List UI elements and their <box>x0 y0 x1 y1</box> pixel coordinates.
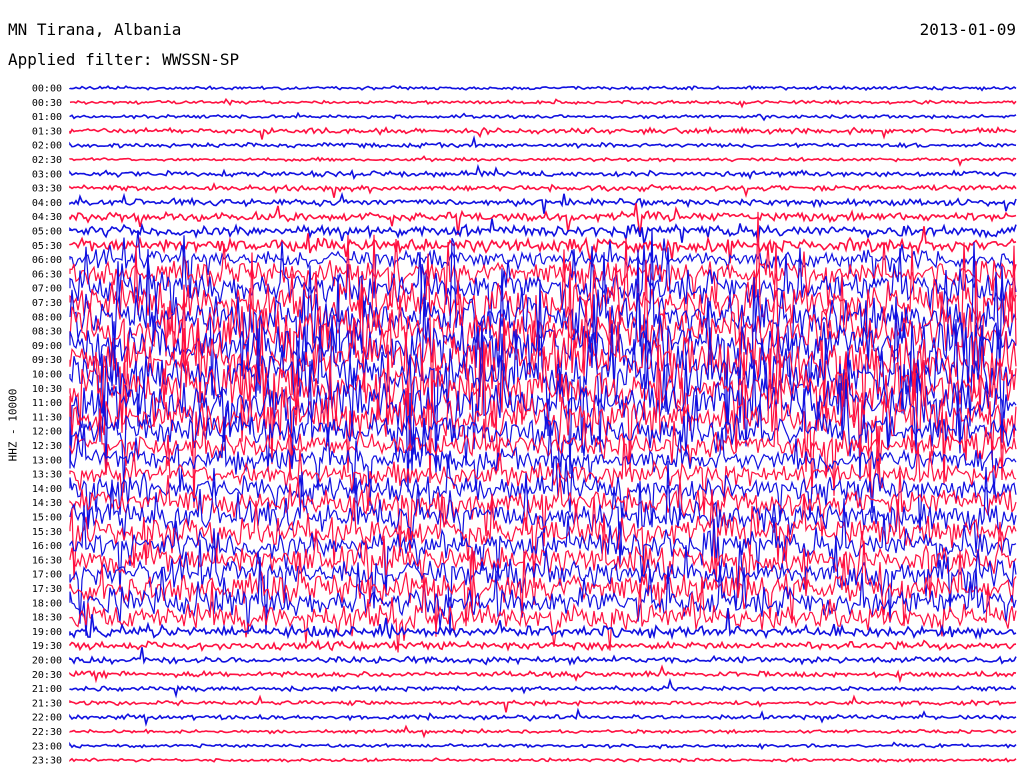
tick-label: 01:00 <box>32 112 62 123</box>
trace-line <box>69 163 1017 180</box>
trace-line <box>69 677 1017 699</box>
trace-line <box>69 97 1017 109</box>
tick-label: 18:00 <box>32 598 62 609</box>
tick-label: 19:30 <box>32 641 62 652</box>
tick-label: 06:00 <box>32 255 62 266</box>
tick-label: 08:30 <box>32 327 62 338</box>
trace-line <box>69 724 1017 739</box>
tick-label: 01:30 <box>32 126 62 137</box>
tick-label: 16:30 <box>32 555 62 566</box>
tick-label: 08:00 <box>32 312 62 323</box>
tick-label: 23:30 <box>32 756 62 767</box>
trace-lines <box>69 85 1017 764</box>
trace-line <box>69 218 1017 245</box>
tick-label: 05:30 <box>32 241 62 252</box>
trace-line <box>69 664 1017 684</box>
trace-line <box>69 155 1017 168</box>
trace-line <box>69 134 1017 150</box>
tick-label: 21:00 <box>32 684 62 695</box>
tick-label: 22:30 <box>32 727 62 738</box>
tick-label: 17:00 <box>32 570 62 581</box>
time-tick-labels: 00:00 00:30 01:00 01:30 02:00 02:30 03:00 03:30… <box>32 84 62 767</box>
trace-line <box>69 608 1017 641</box>
tick-label: 05:00 <box>32 227 62 238</box>
seismogram-plot: 00:00 00:30 01:00 01:30 02:00 02:30 03:00 03:30… <box>32 84 1017 767</box>
trace-line <box>69 694 1017 713</box>
trace-line <box>69 741 1017 751</box>
trace-line <box>69 191 1017 214</box>
tick-label: 12:30 <box>32 441 62 452</box>
tick-label: 20:00 <box>32 656 62 667</box>
tick-label: 18:30 <box>32 613 62 624</box>
tick-label: 04:00 <box>32 198 62 209</box>
tick-label: 06:30 <box>32 269 62 280</box>
tick-label: 21:30 <box>32 698 62 709</box>
tick-label: 15:00 <box>32 513 62 524</box>
trace-line <box>69 757 1017 764</box>
tick-label: 17:30 <box>32 584 62 595</box>
tick-label: 14:30 <box>32 498 62 509</box>
tick-label: 10:30 <box>32 384 62 395</box>
tick-label: 10:00 <box>32 370 62 381</box>
tick-label: 23:00 <box>32 741 62 752</box>
trace-line <box>69 85 1017 92</box>
tick-label: 03:00 <box>32 169 62 180</box>
tick-label: 20:30 <box>32 670 62 681</box>
tick-label: 07:30 <box>32 298 62 309</box>
tick-label: 09:30 <box>32 355 62 366</box>
trace-line <box>69 125 1017 140</box>
tick-label: 22:00 <box>32 713 62 724</box>
trace-line <box>69 638 1017 653</box>
tick-label: 13:30 <box>32 470 62 481</box>
tick-label: 19:00 <box>32 627 62 638</box>
tick-label: 00:30 <box>32 98 62 109</box>
trace-line <box>69 226 1017 264</box>
tick-label: 13:00 <box>32 455 62 466</box>
tick-label: 15:30 <box>32 527 62 538</box>
tick-label: 11:00 <box>32 398 62 409</box>
trace-line <box>69 111 1017 122</box>
trace-line <box>69 556 1017 636</box>
tick-label: 03:30 <box>32 184 62 195</box>
tick-label: 12:00 <box>32 427 62 438</box>
trace-line <box>69 707 1017 727</box>
tick-label: 04:30 <box>32 212 62 223</box>
tick-label: 00:00 <box>32 84 62 95</box>
tick-label: 02:00 <box>32 141 62 152</box>
trace-line <box>69 181 1017 198</box>
tick-label: 07:00 <box>32 284 62 295</box>
tick-label: 11:30 <box>32 412 62 423</box>
tick-label: 09:00 <box>32 341 62 352</box>
tick-label: 16:00 <box>32 541 62 552</box>
tick-label: 02:30 <box>32 155 62 166</box>
trace-line <box>69 647 1017 667</box>
tick-label: 14:00 <box>32 484 62 495</box>
